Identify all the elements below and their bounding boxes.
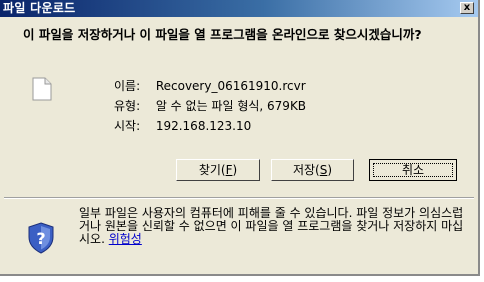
security-shield-question-icon: ? [28, 222, 54, 254]
find-button[interactable]: 찾기(F) [176, 159, 260, 181]
find-button-label: 찾기( [198, 163, 226, 177]
file-source-row: 시작: 192.168.123.10 [114, 118, 251, 134]
save-button-tail: ) [327, 163, 333, 177]
dialog-title: 파일 다운로드 [3, 1, 76, 15]
svg-text:?: ? [36, 229, 45, 248]
close-icon: x [463, 2, 471, 13]
file-name-value: Recovery_06161910.rcvr [155, 79, 306, 93]
download-question: 이 파일을 저장하거나 이 파일을 열 프로그램을 온라인으로 찾으시겠습니까? [23, 27, 422, 42]
save-button-label: 저장( [292, 163, 320, 177]
security-warning: 일부 파일은 사용자의 컴퓨터에 피해를 줄 수 있습니다. 파일 정보가 의심… [79, 207, 471, 246]
divider [4, 197, 474, 199]
file-name-label: 이름: [114, 79, 141, 93]
close-button[interactable]: x [460, 2, 474, 14]
cancel-button[interactable]: 취소 [369, 159, 457, 181]
file-type-label: 유형: [114, 99, 141, 113]
file-source-value: 192.168.123.10 [155, 119, 252, 133]
blank-file-icon [32, 77, 52, 101]
find-button-tail: ) [232, 163, 238, 177]
file-source-label: 시작: [114, 119, 141, 133]
file-download-dialog: 파일 다운로드 x 이 파일을 저장하거나 이 파일을 열 프로그램을 온라인으… [0, 0, 480, 276]
file-name-row: 이름: Recovery_06161910.rcvr [114, 78, 306, 94]
file-type-row: 유형: 알 수 없는 파일 형식, 679KB [114, 98, 306, 114]
title-bar[interactable]: 파일 다운로드 x [0, 0, 478, 17]
cancel-button-label: 취소 [401, 163, 425, 177]
save-button[interactable]: 저장(S) [271, 159, 354, 181]
file-type-value: 알 수 없는 파일 형식, 679KB [155, 99, 307, 113]
risk-link[interactable]: 위험성 [109, 232, 142, 246]
